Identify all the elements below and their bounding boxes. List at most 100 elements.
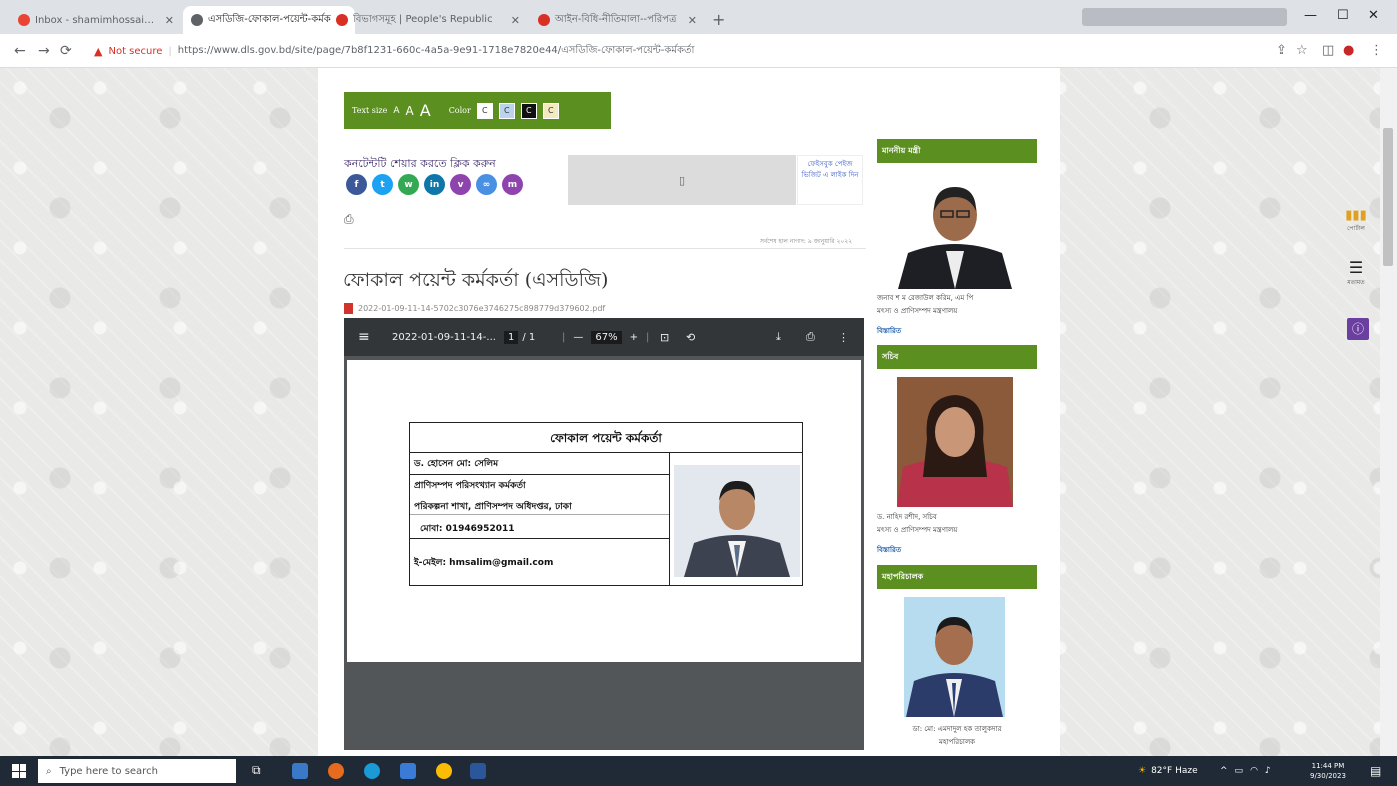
document-icon: ▯	[678, 173, 686, 187]
officer-name: ড. হোসেন মো: সেলিম	[410, 453, 669, 475]
minister-details-link[interactable]: বিস্তারিত	[877, 325, 901, 337]
minimize-button[interactable]: —	[1304, 8, 1317, 23]
linkedin-icon[interactable]: in	[424, 174, 445, 195]
maximize-button[interactable]: ☐	[1337, 8, 1349, 23]
close-icon[interactable]: ✕	[688, 14, 697, 27]
minister-info: জনাব শ ম রেজাউল করিম, এম পি মৎস্য ও প্রা…	[877, 292, 1037, 318]
pdf-viewer: ≡ 2022-01-09-11-14-... 1 / 1 | — 67% + |…	[344, 318, 864, 750]
page-title: ফোকাল পয়েন্ট কর্মকর্তা (এসডিজি)	[343, 269, 609, 291]
omnibox[interactable]: ▲ Not secure | https://www.dls.gov.bd/si…	[90, 39, 1270, 63]
page-number-input[interactable]: 1	[504, 330, 519, 344]
officer-photo	[674, 465, 800, 577]
text-size-large-button[interactable]: A	[420, 101, 431, 120]
accessibility-icon[interactable]: ⓘ	[1347, 318, 1369, 340]
zoom-in-icon[interactable]: +	[630, 332, 638, 343]
zoom-controls: | — 67% + |	[562, 330, 650, 344]
focal-point-card: ফোকাল পয়েন্ট কর্মকর্তা ড. হোসেন মো: সেল…	[409, 422, 803, 586]
minister-heading: মাননীয় মন্ত্রী	[877, 139, 1037, 163]
taskbar-search[interactable]: ⌕ Type here to search	[38, 759, 236, 783]
notification-icon[interactable]: ▤	[1370, 756, 1381, 786]
profile-avatar[interactable]: ●	[1343, 43, 1354, 58]
dg-name: ডা: মো: এমদাদুল হক তালুকদার	[912, 725, 1002, 733]
file-explorer-icon[interactable]	[292, 763, 308, 779]
chat-icon: ☰	[1348, 258, 1364, 277]
zoom-app-icon[interactable]	[400, 763, 416, 779]
chrome-icon[interactable]	[436, 763, 452, 779]
whatsapp-icon[interactable]: w	[398, 174, 419, 195]
zoom-out-icon[interactable]: —	[573, 332, 583, 343]
color-white-button[interactable]: C	[476, 102, 493, 119]
network-icon[interactable]: ◠	[1250, 766, 1258, 776]
download-icon[interactable]: ⤓	[776, 330, 781, 344]
volume-icon[interactable]: ♪	[1265, 766, 1271, 776]
pdf-toolbar: ≡ 2022-01-09-11-14-... 1 / 1 | — 67% + |…	[344, 318, 864, 356]
windows-start-icon[interactable]	[12, 764, 26, 778]
secretary-photo	[897, 377, 1013, 507]
edge-icon[interactable]	[364, 763, 380, 779]
clock[interactable]: 11:44 PM 9/30/2023	[1310, 756, 1346, 786]
color-blue-button[interactable]: C	[498, 102, 515, 119]
sidebar-icon[interactable]: ◫	[1322, 43, 1334, 58]
secretary-details-link[interactable]: বিস্তারিত	[877, 544, 901, 556]
card-title: ফোকাল পয়েন্ট কর্মকর্তা	[410, 423, 802, 453]
close-icon[interactable]: ✕	[165, 14, 174, 27]
rotate-icon[interactable]: ⟲	[686, 331, 695, 344]
facebook-icon[interactable]: f	[346, 174, 367, 195]
menu-icon[interactable]: ≡	[358, 329, 370, 345]
tab-title: Inbox - shamimhossainima@gm	[35, 14, 160, 26]
more-options-icon[interactable]: ⋮	[838, 331, 849, 344]
back-icon[interactable]: ←	[14, 43, 26, 59]
close-icon[interactable]: ✕	[511, 14, 520, 27]
word-icon[interactable]	[470, 763, 486, 779]
browser-menu-icon[interactable]: ⋮	[1370, 43, 1383, 58]
pdf-filename[interactable]: 2022-01-09-11-14-5702c3076e3746275c89877…	[358, 304, 605, 313]
print-icon[interactable]: ⎙	[344, 212, 360, 228]
viber-icon[interactable]: v	[450, 174, 471, 195]
text-size-medium-button[interactable]: A	[406, 104, 414, 118]
tab-inbox[interactable]: Inbox - shamimhossainima@gm ✕	[10, 6, 182, 34]
color-yellow-button[interactable]: C	[542, 102, 559, 119]
weather-widget[interactable]: ☀ 82°F Haze	[1138, 756, 1198, 786]
new-tab-button[interactable]: +	[712, 10, 725, 29]
feedback-widget[interactable]: ☰ মতামত	[1342, 258, 1370, 288]
pdf-attachment[interactable]: 2022-01-09-11-14-5702c3076e3746275c89877…	[344, 303, 605, 314]
officer-designation-block: প্রাণিসম্পদ পরিসংখ্যান কর্মকর্তা পরিকল্প…	[410, 475, 669, 515]
print-icon[interactable]: ⎙	[806, 330, 815, 344]
dg-info: ডা: মো: এমদাদুল হক তালুকদার মহাপরিচালক	[877, 723, 1037, 749]
page-scrollbar[interactable]	[1380, 68, 1397, 756]
task-view-icon[interactable]: ⧉	[252, 763, 268, 779]
forward-icon[interactable]: →	[38, 43, 50, 59]
tab-departments[interactable]: বিভাগসমূহ | People's Republic ✕	[328, 6, 528, 34]
dg-photo	[904, 597, 1005, 717]
globe-icon	[191, 14, 203, 26]
minister-photo	[894, 171, 1016, 289]
zoom-input[interactable]: 67%	[591, 330, 622, 344]
battery-icon[interactable]: ▭	[1235, 766, 1244, 776]
twitter-icon[interactable]: t	[372, 174, 393, 195]
tab-laws-rules[interactable]: আইন-বিধি-নীতিমালা--পরিপত্র ✕	[530, 6, 705, 34]
scrollbar-thumb[interactable]	[1383, 128, 1393, 266]
fit-page-icon[interactable]: ⊡	[660, 331, 669, 344]
text-size-small-button[interactable]: A	[393, 106, 399, 116]
reload-icon[interactable]: ⟳	[60, 43, 72, 59]
messenger-icon[interactable]: m	[502, 174, 523, 195]
site-favicon-icon	[538, 14, 550, 26]
color-black-button[interactable]: C	[520, 102, 537, 119]
page-indicator: 1 / 1	[504, 330, 535, 344]
minister-ministry: মৎস্য ও প্রাণিসম্পদ মন্ত্রণালয়	[877, 307, 958, 315]
browser-extensions-area	[1082, 8, 1287, 26]
chevron-up-icon[interactable]: ^	[1220, 766, 1228, 776]
link-icon[interactable]: ∞	[476, 174, 497, 195]
share-icon[interactable]: ⇪	[1276, 43, 1287, 58]
close-window-button[interactable]: ✕	[1368, 8, 1379, 23]
secretary-name: ড. নাহিদ রশীদ, সচিব	[877, 513, 937, 521]
bookmark-star-icon[interactable]: ☆	[1296, 43, 1308, 58]
portal-widget[interactable]: ▮▮▮ পোর্টাল	[1342, 208, 1370, 234]
firefox-icon[interactable]	[328, 763, 344, 779]
system-tray: ^ ▭ ◠ ♪	[1220, 756, 1271, 786]
warning-icon: ▲	[94, 44, 103, 58]
security-label: Not secure	[108, 45, 163, 57]
secretary-ministry: মৎস্য ও প্রাণিসম্পদ মন্ত্রণালয়	[877, 526, 958, 534]
search-icon: ⌕	[46, 765, 52, 777]
facebook-page-link[interactable]: ফেইসবুক পেইজ ভিজিট এ লাইক দিন	[797, 155, 863, 205]
